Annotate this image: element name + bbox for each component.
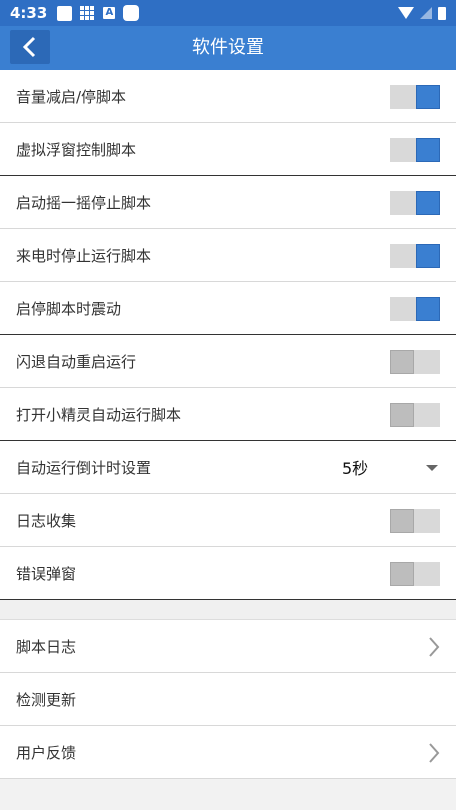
toggle-knob xyxy=(390,350,414,374)
toggle-knob xyxy=(390,403,414,427)
notification-rounded-icon xyxy=(123,5,140,21)
setting-label: 日志收集 xyxy=(16,511,77,530)
setting-toggle[interactable] xyxy=(390,403,440,427)
notification-square-icon xyxy=(57,5,73,21)
setting-toggle[interactable] xyxy=(390,138,440,162)
wifi-icon xyxy=(398,7,414,19)
status-time: 4:33 xyxy=(10,4,48,22)
setting-label: 错误弹窗 xyxy=(16,564,77,583)
setting-row[interactable]: 错误弹窗 xyxy=(0,547,456,600)
signal-icon xyxy=(420,7,432,19)
toggle-knob xyxy=(416,85,440,109)
setting-label: 启动摇一摇停止脚本 xyxy=(16,193,152,212)
setting-label: 来电时停止运行脚本 xyxy=(16,246,152,265)
status-bar: 4:33 A xyxy=(0,0,456,26)
link-row-update[interactable]: 检测更新 xyxy=(0,673,456,726)
settings-list: 音量减启/停脚本 虚拟浮窗控制脚本 启动摇一摇停止脚本 来电时停止运行脚本 启停… xyxy=(0,70,456,779)
toggle-knob xyxy=(390,562,414,586)
link-row-log[interactable]: 脚本日志 xyxy=(0,620,456,673)
link-label: 脚本日志 xyxy=(16,637,77,656)
setting-row[interactable]: 来电时停止运行脚本 xyxy=(0,229,456,282)
setting-row[interactable]: 打开小精灵自动运行脚本 xyxy=(0,388,456,441)
setting-row[interactable]: 日志收集 xyxy=(0,494,456,547)
battery-icon xyxy=(438,6,446,20)
setting-row[interactable]: 启动摇一摇停止脚本 xyxy=(0,176,456,229)
toggle-knob xyxy=(416,138,440,162)
setting-toggle[interactable] xyxy=(390,85,440,109)
chevron-right-icon xyxy=(429,637,440,657)
chevron-right-icon xyxy=(429,743,440,763)
link-label: 用户反馈 xyxy=(16,743,77,762)
page-title: 软件设置 xyxy=(192,37,264,58)
setting-toggle[interactable] xyxy=(390,509,440,533)
grid-icon xyxy=(80,5,96,21)
setting-row[interactable]: 虚拟浮窗控制脚本 xyxy=(0,123,456,176)
font-a-icon: A xyxy=(103,7,116,19)
setting-toggle[interactable] xyxy=(390,244,440,268)
countdown-select-value[interactable]: 5秒 xyxy=(342,455,368,479)
section-divider xyxy=(0,600,456,620)
toggle-knob xyxy=(416,191,440,215)
toggle-knob xyxy=(416,297,440,321)
toggle-knob xyxy=(390,509,414,533)
app-bar: 软件设置 xyxy=(0,26,456,70)
setting-label: 启停脚本时震动 xyxy=(16,299,122,318)
countdown-label: 自动运行倒计时设置 xyxy=(16,458,152,477)
link-label: 检测更新 xyxy=(16,690,77,709)
back-button[interactable] xyxy=(10,30,50,64)
setting-label: 虚拟浮窗控制脚本 xyxy=(16,140,137,159)
countdown-row[interactable]: 自动运行倒计时设置 5秒 xyxy=(0,441,456,494)
setting-row[interactable]: 闪退自动重启运行 xyxy=(0,335,456,388)
setting-toggle[interactable] xyxy=(390,350,440,374)
setting-toggle[interactable] xyxy=(390,562,440,586)
link-row-feedback[interactable]: 用户反馈 xyxy=(0,726,456,779)
setting-row[interactable]: 启停脚本时震动 xyxy=(0,282,456,335)
status-indicators xyxy=(398,6,446,20)
setting-toggle[interactable] xyxy=(390,297,440,321)
chevron-left-icon xyxy=(22,36,36,58)
setting-toggle[interactable] xyxy=(390,191,440,215)
setting-label: 音量减启/停脚本 xyxy=(16,87,127,106)
caret-down-icon[interactable] xyxy=(426,465,438,471)
toggle-knob xyxy=(416,244,440,268)
setting-label: 闪退自动重启运行 xyxy=(16,352,137,371)
setting-label: 打开小精灵自动运行脚本 xyxy=(16,405,182,424)
setting-row[interactable]: 音量减启/停脚本 xyxy=(0,70,456,123)
